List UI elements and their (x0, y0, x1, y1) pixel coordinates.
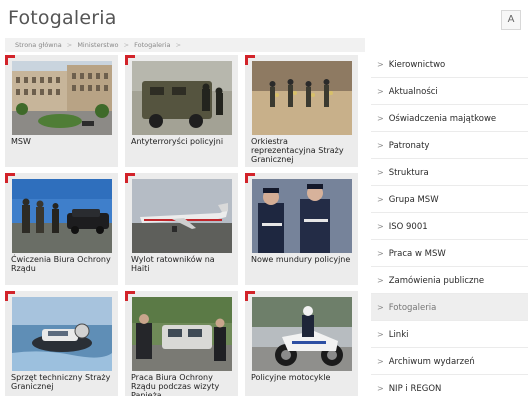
chevron-right-icon: > (377, 249, 384, 258)
sidebar-item-label: ISO 9001 (388, 222, 428, 232)
sidebar-item-iso[interactable]: > ISO 9001 (371, 213, 528, 240)
sidebar-item-label: Patronaty (388, 141, 430, 151)
sidebar-item-grupa-msw[interactable]: > Grupa MSW (371, 186, 528, 213)
sidebar-item-archiwum[interactable]: > Archiwum wydarzeń (371, 348, 528, 375)
chevron-right-icon: > (377, 384, 384, 393)
breadcrumb-separator-icon: > (175, 41, 182, 49)
chevron-right-icon: > (377, 114, 384, 123)
breadcrumb-separator-icon: > (123, 41, 130, 49)
chevron-right-icon: > (377, 141, 384, 150)
chevron-right-icon: > (377, 330, 384, 339)
sidebar-item-label: Oświadczenia majątkowe (388, 114, 497, 124)
breadcrumb: Strona główna > Ministerstwo > Fotogaler… (5, 38, 365, 52)
gallery-tile[interactable]: Wylot ratowników na Haiti (125, 173, 238, 285)
breadcrumb-current: Fotogaleria (134, 41, 171, 49)
marching-band-photo[interactable] (252, 61, 352, 135)
armored-vehicle-photo[interactable] (132, 61, 232, 135)
chevron-right-icon: > (377, 303, 384, 312)
sidebar-item-patronaty[interactable]: > Patronaty (371, 132, 528, 159)
gallery-caption[interactable]: MSW (11, 137, 115, 146)
chevron-right-icon: > (377, 60, 384, 69)
chevron-right-icon: > (377, 195, 384, 204)
gallery-caption[interactable]: Sprzęt techniczny Straży Granicznej (11, 373, 115, 391)
chevron-right-icon: > (377, 222, 384, 231)
sidebar-item-label: Aktualności (388, 87, 438, 97)
gallery-tile[interactable]: MSW (5, 55, 118, 167)
sidebar-item-oswiadczenia[interactable]: > Oświadczenia majątkowe (371, 105, 528, 132)
gallery-tile[interactable]: Sprzęt techniczny Straży Granicznej (5, 291, 118, 396)
sidebar-item-zamowienia[interactable]: > Zamówienia publiczne (371, 267, 528, 294)
gallery-tile[interactable]: Orkiestra reprezentacyjna Straży Granicz… (245, 55, 358, 167)
breadcrumb-home-link[interactable]: Strona główna (15, 41, 62, 49)
gallery-caption[interactable]: Orkiestra reprezentacyjna Straży Granicz… (251, 137, 355, 164)
gallery-caption[interactable]: Wylot ratowników na Haiti (131, 255, 235, 273)
papal-visit-photo[interactable] (132, 297, 232, 371)
breadcrumb-ministry-link[interactable]: Ministerstwo (77, 41, 118, 49)
sidebar-item-kierownictwo[interactable]: > Kierownictwo (371, 51, 528, 78)
hovercraft-photo[interactable] (12, 297, 112, 371)
chevron-right-icon: > (377, 357, 384, 366)
gallery-tile[interactable]: Praca Biura Ochrony Rządu podczas wizyty… (125, 291, 238, 396)
sidebar-item-nip-regon[interactable]: > NIP i REGON (371, 375, 528, 396)
sidebar-item-label: Praca w MSW (388, 249, 446, 259)
police-uniforms-photo[interactable] (252, 179, 352, 253)
gallery-caption[interactable]: Nowe mundury policyjne (251, 255, 355, 264)
page-header: Fotogaleria A (0, 0, 528, 38)
chevron-right-icon: > (377, 276, 384, 285)
sidebar-item-linki[interactable]: > Linki (371, 321, 528, 348)
sidebar-item-label: Archiwum wydarzeń (388, 357, 475, 367)
sidebar-nav: > Kierownictwo > Aktualności > Oświadczenia… (371, 44, 528, 396)
sidebar-item-label: Kierownictwo (388, 60, 446, 70)
sidebar-item-label: Struktura (388, 168, 429, 178)
gallery-caption[interactable]: Praca Biura Ochrony Rządu podczas wizyty… (131, 373, 235, 396)
police-motorcycle-photo[interactable] (252, 297, 352, 371)
breadcrumb-separator-icon: > (66, 41, 73, 49)
font-size-button[interactable]: A (501, 10, 521, 30)
gallery-caption[interactable]: Policyjne motocykle (251, 373, 355, 382)
chevron-right-icon: > (377, 87, 384, 96)
gallery-tile[interactable]: Nowe mundury policyjne (245, 173, 358, 285)
sidebar-item-praca[interactable]: > Praca w MSW (371, 240, 528, 267)
gallery-caption[interactable]: Ćwiczenia Biura Ochrony Rządu (11, 255, 115, 273)
page-title: Fotogaleria (8, 7, 117, 29)
building-photo[interactable] (12, 61, 112, 135)
sidebar-item-label: Fotogaleria (388, 303, 437, 313)
sidebar-item-label: Linki (388, 330, 409, 340)
photo-gallery-grid: MSW Antyterroryści policyjni Orkiestra r… (5, 55, 365, 396)
airplane-photo[interactable] (132, 179, 232, 253)
sidebar-item-struktura[interactable]: > Struktura (371, 159, 528, 186)
gallery-tile[interactable]: Ćwiczenia Biura Ochrony Rządu (5, 173, 118, 285)
sidebar-item-label: Zamówienia publiczne (388, 276, 485, 286)
sidebar-item-label: Grupa MSW (388, 195, 439, 205)
security-drill-photo[interactable] (12, 179, 112, 253)
sidebar-item-fotogaleria[interactable]: > Fotogaleria (371, 294, 528, 321)
gallery-tile[interactable]: Policyjne motocykle (245, 291, 358, 396)
gallery-tile[interactable]: Antyterroryści policyjni (125, 55, 238, 167)
chevron-right-icon: > (377, 168, 384, 177)
sidebar-item-aktualnosci[interactable]: > Aktualności (371, 78, 528, 105)
gallery-caption[interactable]: Antyterroryści policyjni (131, 137, 235, 146)
sidebar-item-label: NIP i REGON (388, 384, 442, 394)
